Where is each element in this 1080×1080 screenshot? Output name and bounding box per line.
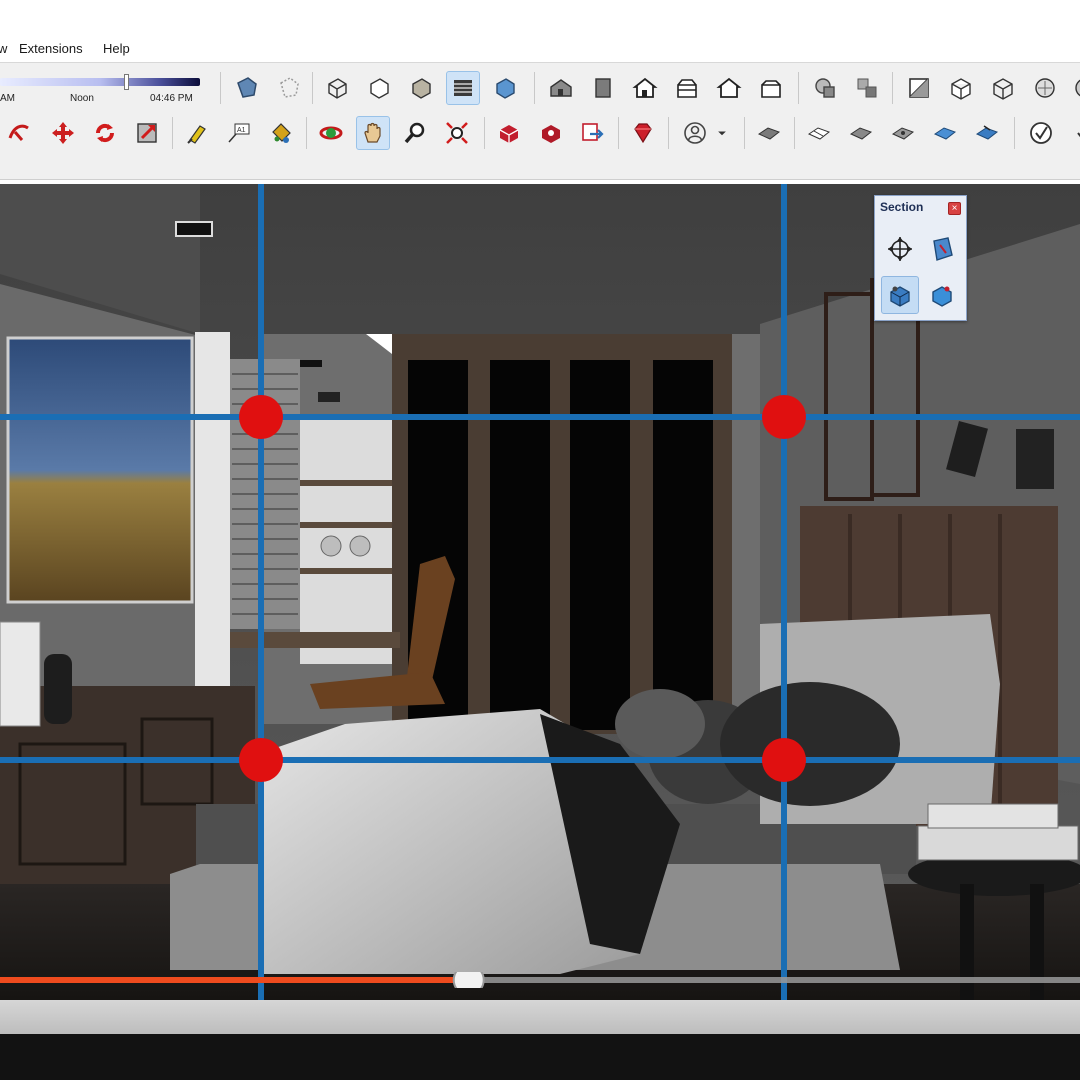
- sandbox-4-icon[interactable]: [886, 116, 920, 150]
- toolbar-separator: [744, 117, 745, 149]
- top-view-icon[interactable]: [586, 71, 620, 105]
- section-panel-title: Section: [880, 200, 924, 214]
- account-dropdown-icon[interactable]: [712, 116, 732, 150]
- section-panel: Section ×: [874, 195, 967, 321]
- app-window: w Extensions Help AM Noon 04:46 PM A1 Se…: [0, 0, 1080, 1080]
- pan-icon[interactable]: [356, 116, 390, 150]
- trim-icon[interactable]: [850, 71, 884, 105]
- toolbar-separator: [534, 72, 535, 104]
- menu-bar: w Extensions Help: [0, 38, 1080, 60]
- check-more-icon[interactable]: [1066, 116, 1080, 150]
- left-view-icon[interactable]: [754, 71, 788, 105]
- zoom-extents-icon[interactable]: [440, 116, 474, 150]
- menu-item-help[interactable]: Help: [103, 41, 130, 56]
- scale-icon[interactable]: [130, 116, 164, 150]
- front-view-icon[interactable]: [628, 71, 662, 105]
- sandbox-5-icon[interactable]: [928, 116, 962, 150]
- shadow-time-slider[interactable]: AM Noon 04:46 PM: [0, 74, 205, 104]
- section-cut-icon[interactable]: [881, 276, 919, 314]
- solid-icon[interactable]: [1028, 71, 1062, 105]
- ruby-icon[interactable]: [626, 116, 660, 150]
- section-plane-icon[interactable]: [881, 230, 919, 268]
- timeline-progress: [0, 977, 469, 983]
- right-view-icon[interactable]: [670, 71, 704, 105]
- move-icon[interactable]: [46, 116, 80, 150]
- shadow-thumb[interactable]: [124, 74, 129, 90]
- xray-icon[interactable]: [230, 71, 264, 105]
- iso-view-icon[interactable]: [544, 71, 578, 105]
- toolbar-separator: [312, 72, 313, 104]
- shaded-textures-icon[interactable]: [446, 71, 480, 105]
- intersect-icon[interactable]: [808, 71, 842, 105]
- shadow-time-label: 04:46 PM: [150, 93, 193, 104]
- toolbar-separator: [892, 72, 893, 104]
- section-fill-icon[interactable]: [923, 230, 961, 268]
- split-icon[interactable]: [902, 71, 936, 105]
- wireframe-icon[interactable]: [320, 71, 354, 105]
- toolbar-separator: [798, 72, 799, 104]
- toolbar-separator: [220, 72, 221, 104]
- zoom-icon[interactable]: [398, 116, 432, 150]
- svg-text:A1: A1: [237, 127, 246, 134]
- sandbox-1-icon[interactable]: [752, 116, 786, 150]
- text-icon[interactable]: A1: [222, 116, 256, 150]
- sandbox-6-icon[interactable]: [970, 116, 1004, 150]
- status-bar: [0, 1000, 1080, 1034]
- toolbar-separator: [484, 117, 485, 149]
- video-footer: [0, 1034, 1080, 1080]
- toolbar-row-2: A1: [0, 111, 1080, 155]
- outer-shell-icon[interactable]: [944, 71, 978, 105]
- shaded-icon[interactable]: [404, 71, 438, 105]
- toolbar-separator: [668, 117, 669, 149]
- union-icon[interactable]: [986, 71, 1020, 105]
- send-to-layout-icon[interactable]: [576, 116, 610, 150]
- more-tools-icon[interactable]: [1068, 71, 1080, 105]
- sandbox-3-icon[interactable]: [844, 116, 878, 150]
- 3d-warehouse-icon[interactable]: [492, 116, 526, 150]
- section-display-icon[interactable]: [923, 276, 961, 314]
- toolbar-separator: [794, 117, 795, 149]
- toolbar-separator: [618, 117, 619, 149]
- hidden-line-icon[interactable]: [362, 71, 396, 105]
- orbit-icon[interactable]: [314, 116, 348, 150]
- back-edges-icon[interactable]: [272, 71, 306, 105]
- toolbar-separator: [172, 117, 173, 149]
- back-view-icon[interactable]: [712, 71, 746, 105]
- paint-bucket-icon[interactable]: [264, 116, 298, 150]
- timeline-thumb[interactable]: [452, 972, 485, 988]
- toolbar-row-1: AM Noon 04:46 PM: [0, 66, 1080, 110]
- close-icon[interactable]: ×: [948, 202, 961, 215]
- check-icon[interactable]: [1024, 116, 1058, 150]
- account-icon[interactable]: [678, 116, 712, 150]
- toolbar-separator: [306, 117, 307, 149]
- follow-me-icon[interactable]: [2, 116, 36, 150]
- rotate-icon[interactable]: [88, 116, 122, 150]
- tape-measure-icon[interactable]: [180, 116, 214, 150]
- shadow-am-label: AM: [0, 93, 15, 104]
- menu-item-extensions[interactable]: Extensions: [19, 41, 83, 56]
- extension-warehouse-icon[interactable]: [534, 116, 568, 150]
- timeline-scrubber[interactable]: [0, 972, 1080, 988]
- toolbar-separator: [1014, 117, 1015, 149]
- monochrome-icon[interactable]: [488, 71, 522, 105]
- sandbox-2-icon[interactable]: [802, 116, 836, 150]
- shadow-noon-label: Noon: [70, 93, 94, 104]
- menu-item-view[interactable]: w: [0, 41, 7, 56]
- shadow-track[interactable]: [0, 78, 200, 86]
- toolbar-area: AM Noon 04:46 PM A1: [0, 62, 1080, 180]
